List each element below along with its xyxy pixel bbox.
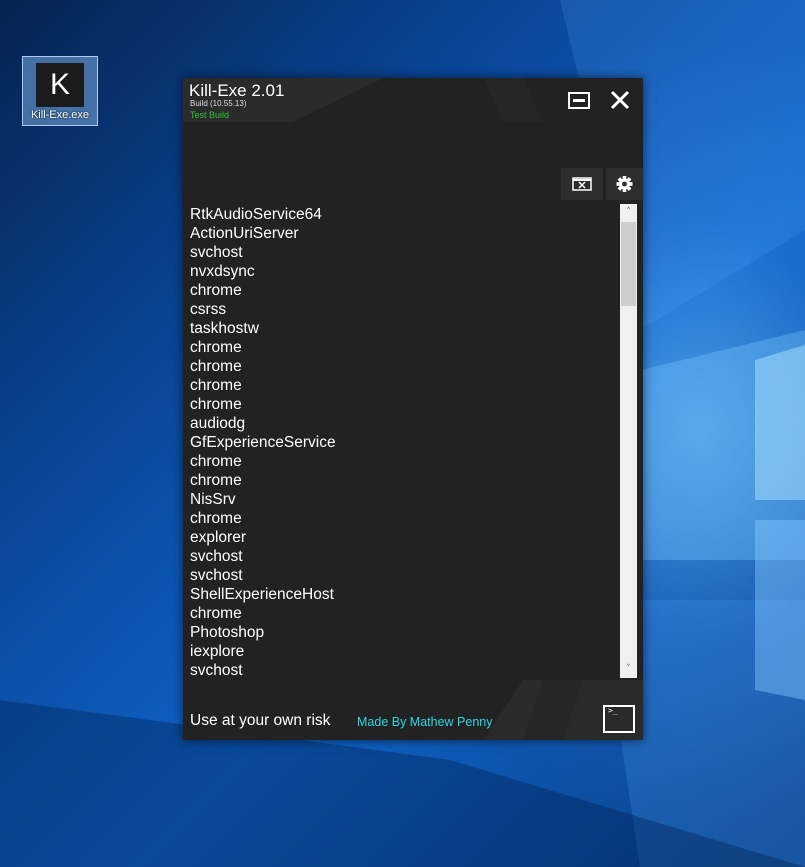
scroll-thumb[interactable]	[621, 222, 636, 306]
clear-list-icon	[572, 177, 592, 191]
scroll-down-arrow[interactable]: ˅	[620, 661, 637, 678]
settings-button[interactable]	[606, 168, 643, 200]
process-item[interactable]: chrome	[190, 281, 610, 300]
process-list[interactable]: RtkAudioService64 ActionUriServer svchost n…	[190, 205, 610, 680]
process-item[interactable]: RtkAudioService64	[190, 205, 610, 224]
scroll-up-arrow[interactable]: ˄	[620, 204, 637, 221]
process-item[interactable]: Photoshop	[190, 623, 610, 642]
process-item[interactable]: svchost	[190, 661, 610, 680]
process-item[interactable]: chrome	[190, 604, 610, 623]
process-item[interactable]: chrome	[190, 395, 610, 414]
kill-exe-app-icon: K	[36, 63, 84, 107]
minimize-icon	[568, 92, 590, 109]
gear-icon	[616, 176, 633, 192]
close-button[interactable]	[605, 86, 635, 114]
process-item[interactable]: svchost	[190, 566, 610, 585]
kill-exe-window: Kill-Exe 2.01 Build (10.55.13) Test Buil…	[183, 78, 643, 740]
process-item[interactable]: chrome	[190, 357, 610, 376]
process-item[interactable]: csrss	[190, 300, 610, 319]
author-credit: Made By Mathew Penny	[357, 715, 493, 729]
process-item[interactable]: ActionUriServer	[190, 224, 610, 243]
process-item[interactable]: chrome	[190, 509, 610, 528]
console-button[interactable]: >_	[603, 705, 635, 733]
process-item[interactable]: svchost	[190, 243, 610, 262]
process-item[interactable]: audiodg	[190, 414, 610, 433]
close-icon	[610, 90, 630, 110]
process-item[interactable]: chrome	[190, 338, 610, 357]
process-item[interactable]: chrome	[190, 452, 610, 471]
process-list-scrollbar[interactable]: ˄ ˅	[620, 204, 637, 678]
risk-warning-text: Use at your own risk	[190, 712, 331, 729]
process-item[interactable]: chrome	[190, 471, 610, 490]
test-build-label: Test Build	[190, 110, 230, 120]
footer-bar: Use at your own risk Made By Mathew Penn…	[183, 680, 643, 740]
process-item[interactable]: chrome	[190, 376, 610, 395]
minimize-button[interactable]	[563, 86, 593, 114]
process-item[interactable]: nvxdsync	[190, 262, 610, 281]
process-item[interactable]: explorer	[190, 528, 610, 547]
process-item[interactable]: taskhostw	[190, 319, 610, 338]
process-item[interactable]: ShellExperienceHost	[190, 585, 610, 604]
title-bar[interactable]: Kill-Exe 2.01 Build (10.55.13) Test Buil…	[183, 78, 643, 122]
app-title: Kill-Exe 2.01	[189, 81, 285, 100]
desktop-icon-kill-exe[interactable]: K Kill-Exe.exe	[22, 56, 98, 126]
process-item[interactable]: svchost	[190, 547, 610, 566]
app-build-version: Build (10.55.13)	[190, 99, 247, 108]
process-item[interactable]: NisSrv	[190, 490, 610, 509]
process-list-panel: RtkAudioService64 ActionUriServer svchost n…	[183, 202, 639, 680]
footer-decoration	[183, 680, 583, 740]
clear-list-button[interactable]	[561, 168, 603, 200]
console-icon: >_	[608, 706, 618, 715]
process-item[interactable]: GfExperienceService	[190, 433, 610, 452]
process-item[interactable]: iexplore	[190, 642, 610, 661]
desktop-icon-label: Kill-Exe.exe	[30, 109, 90, 121]
